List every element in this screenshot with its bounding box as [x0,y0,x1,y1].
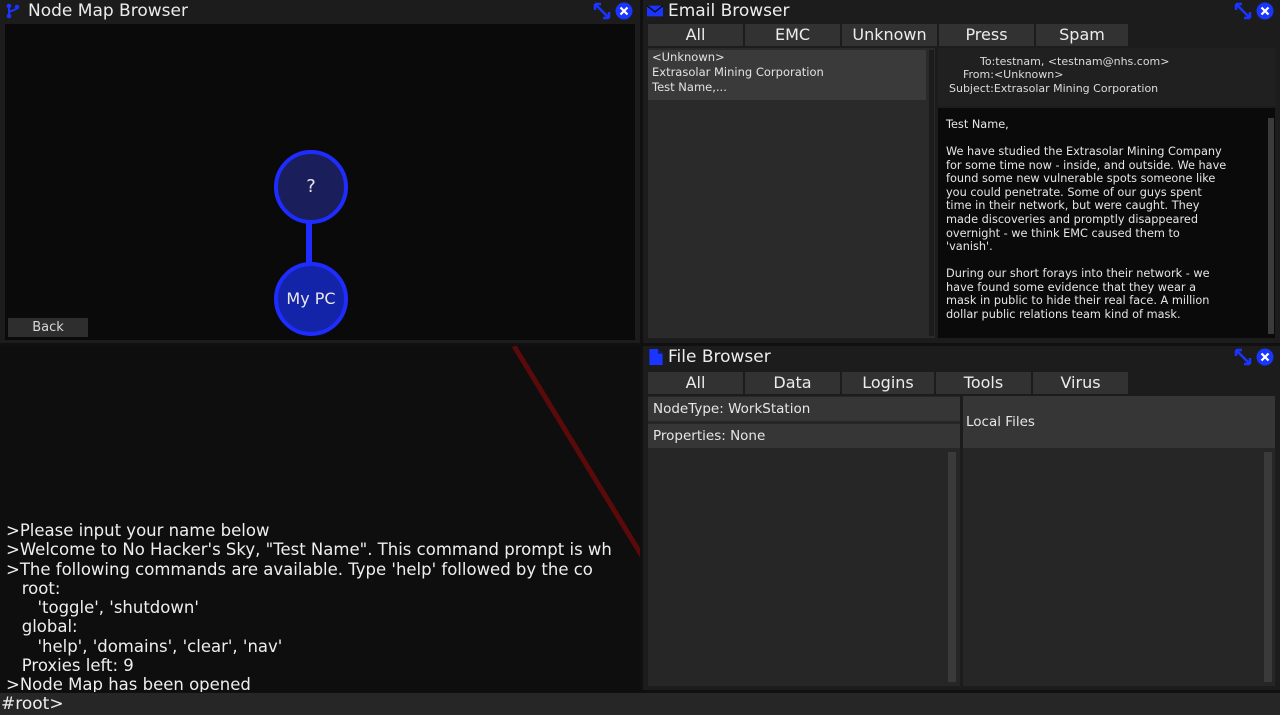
file-browser-window: File Browser All Data Logins Tools Virus… [643,346,1280,690]
tab-label: Spam [1059,25,1105,44]
node-unknown[interactable]: ? [274,150,348,224]
file-tab-virus[interactable]: Virus [1033,372,1128,394]
console-line: >The following commands are available. T… [6,559,593,579]
email-list[interactable]: <Unknown> Extrasolar Mining Corporation … [648,48,935,338]
email-text-line: made discoveries and promptly disappeare… [946,212,1198,226]
email-text-line: dollar public relations team kind of mas… [946,307,1181,321]
close-icon[interactable] [1256,2,1274,20]
email-paragraph-1: We have studied the Extrasolar Mining Co… [946,145,1226,254]
email-text-line: you could penetrate. Some of our guys sp… [946,185,1202,199]
node-map-canvas[interactable]: ? My PC Back [5,24,635,340]
email-to: To:testnam, <testnam@nhs.com> [980,55,1170,68]
email-list-scrollbar[interactable] [929,50,934,336]
tab-label: Unknown [852,25,927,44]
node-info-scrollbar[interactable] [948,452,956,682]
email-titlebar[interactable]: Email Browser [643,0,1280,22]
tab-label: All [685,25,706,44]
email-tab-all[interactable]: All [648,24,743,46]
tab-label: All [685,373,706,392]
tab-label: Data [773,373,812,392]
email-item-subject: Extrasolar Mining Corporation [652,65,824,79]
file-tab-logins[interactable]: Logins [842,372,934,394]
local-files-header[interactable]: Local Files [963,396,1275,448]
node-map-window: Node Map Browser ? My PC Back [0,0,640,343]
tab-label: Tools [963,373,1004,392]
local-files-label: Local Files [966,414,1035,430]
nodetype-label: NodeType: WorkStation [653,401,811,417]
email-title: Email Browser [668,1,790,21]
console-line: global: [6,617,78,637]
console-line: >Welcome to No Hacker's Sky, "Test Name"… [6,540,612,560]
file-browser-title: File Browser [668,347,771,367]
envelope-icon [647,5,663,17]
email-subject: Subject:Extrasolar Mining Corporation [949,82,1159,95]
file-tab-all[interactable]: All [648,372,743,394]
console-line: 'help', 'domains', 'clear', 'nav' [6,636,283,656]
email-body-scrollbar[interactable] [1268,118,1274,334]
local-files-column: Local Files [963,396,1275,686]
console-line: 'toggle', 'shutdown' [6,598,199,618]
file-tab-tools[interactable]: Tools [936,372,1031,394]
node-unknown-label: ? [306,176,316,197]
email-tab-emc[interactable]: EMC [745,24,840,46]
node-my-pc-label: My PC [286,289,336,308]
branch-icon [6,3,20,19]
email-text-line: overnight - we think EMC caused them to [946,226,1180,240]
maximize-icon[interactable] [1234,2,1252,20]
email-tab-spam[interactable]: Spam [1036,24,1128,46]
tab-label: Press [965,25,1008,44]
email-text-line: time in their network, but were caught. … [946,199,1200,213]
email-from: From:<Unknown> [963,68,1064,81]
console-area[interactable]: >Please input your name below >Welcome t… [0,346,640,692]
properties-row: Properties: None [648,424,960,448]
console-line: root: [6,578,61,598]
console-input[interactable]: #root> [0,693,1280,715]
node-info-column: NodeType: WorkStation Properties: None [648,396,960,686]
file-browser-titlebar[interactable]: File Browser [643,346,1280,368]
tab-label: Logins [862,373,914,392]
maximize-icon[interactable] [593,2,611,20]
file-icon [649,349,663,365]
node-map-title: Node Map Browser [28,1,188,21]
email-text-line: 'vanish'. [946,240,993,254]
local-files-scrollbar[interactable] [1264,452,1272,682]
email-text-line: found some new vulnerable spots someone … [946,172,1216,186]
console-line: >Please input your name below [6,521,270,540]
maximize-icon[interactable] [1234,348,1252,366]
tab-label: EMC [774,25,811,44]
email-item-sender: <Unknown> [652,50,725,64]
email-paragraph-2: During our short forays into their netwo… [946,267,1210,321]
email-window: Email Browser All EMC Unknown Press Spam… [643,0,1280,343]
properties-label: Properties: None [653,428,766,444]
email-body[interactable]: Test Name, We have studied the Extrasola… [938,108,1275,338]
email-text-line: have found some evidence that they wear … [946,280,1197,294]
email-text-line: During our short forays into their netwo… [946,267,1210,280]
node-map-titlebar[interactable]: Node Map Browser [0,0,640,22]
back-button[interactable]: Back [8,318,88,337]
email-text-line: for some time now - inside, and outside.… [946,158,1227,172]
email-list-item[interactable]: <Unknown> Extrasolar Mining Corporation … [648,50,926,100]
email-item-preview: Test Name,... [652,80,727,94]
email-text-line: mask in public to hide their real face. … [946,294,1210,308]
close-icon[interactable] [1256,348,1274,366]
email-text-line: We have studied the Extrasolar Mining Co… [946,145,1222,158]
back-button-label: Back [32,320,64,335]
tab-label: Virus [1060,373,1101,392]
node-my-pc[interactable]: My PC [274,262,348,336]
close-icon[interactable] [615,2,633,20]
console-line: Proxies left: 9 [6,656,134,676]
console-line: >Node Map has been opened [6,675,251,692]
console-prompt: #root> [1,694,64,714]
email-greeting: Test Name, [946,118,1009,131]
file-tab-data[interactable]: Data [745,372,840,394]
email-header: To:testnam, <testnam@nhs.com> From:<Unkn… [938,48,1275,106]
email-tab-press[interactable]: Press [939,24,1034,46]
email-tab-unknown[interactable]: Unknown [842,24,937,46]
nodetype-row: NodeType: WorkStation [648,397,960,421]
node-link [306,220,312,268]
console-output: >Please input your name below >Welcome t… [6,521,640,692]
